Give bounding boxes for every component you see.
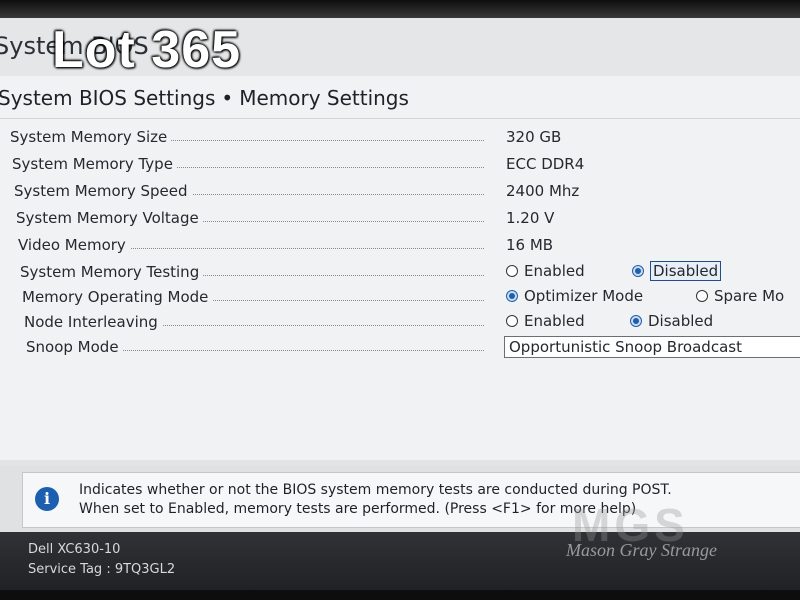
setting-row-video-memory: Video Memory 16 MB [0,234,800,258]
setting-label: Node Interleaving [24,313,162,331]
setting-row-memory-type: System Memory Type ECC DDR4 [0,153,800,177]
operating-mode-spare-radio[interactable]: Spare Mo [696,287,784,305]
setting-value: 2400 Mhz [506,182,580,200]
radio-checked-icon [506,290,518,302]
radio-checked-icon [630,315,642,327]
monitor-top-bezel [0,0,800,18]
radio-label: Disabled [648,312,714,330]
radio-label: Optimizer Mode [524,287,644,305]
memory-testing-enabled-radio[interactable]: Enabled [506,262,585,280]
radio-label: Disabled [650,261,722,281]
divider [0,118,800,119]
setting-value: 320 GB [506,128,562,146]
memory-testing-disabled-radio[interactable]: Disabled [632,261,722,281]
info-icon: i [35,487,59,511]
service-tag: Service Tag : 9TQ3GL2 [28,562,176,577]
snoop-mode-select[interactable]: Opportunistic Snoop Broadcast [504,336,800,358]
radio-checked-icon [632,265,644,277]
operating-mode-optimizer-radio[interactable]: Optimizer Mode [506,287,643,305]
setting-value: 16 MB [506,236,554,254]
model-name: Dell XC630-10 [28,542,121,557]
setting-row-snoop-mode: Snoop Mode Opportunistic Snoop Broadcast [0,336,800,360]
radio-unchecked-icon [696,290,708,302]
bios-screen: System BIOS Lot 365 System BIOS Settings… [0,0,800,600]
setting-label: System Memory Type [12,155,177,173]
breadcrumb-separator: • [221,86,234,110]
setting-label: Snoop Mode [26,338,123,356]
breadcrumb-parent[interactable]: System BIOS Settings [0,86,215,110]
setting-row-memory-testing: System Memory Testing Enabled Disabled [0,261,800,285]
radio-label: Enabled [524,262,585,280]
setting-label: System Memory Speed [14,182,192,200]
settings-panel: System BIOS Settings • Memory Settings Sys… [0,76,800,460]
node-interleaving-disabled-radio[interactable]: Disabled [630,312,713,330]
setting-row-operating-mode: Memory Operating Mode Optimizer Mode Spa… [0,286,800,310]
setting-value: ECC DDR4 [506,155,585,173]
radio-unchecked-icon [506,315,518,327]
setting-row-memory-size: System Memory Size 320 GB [0,126,800,150]
radio-label: Spare Mo [714,287,785,305]
setting-label: Video Memory [18,236,130,254]
setting-row-node-interleaving: Node Interleaving Enabled Disabled [0,311,800,335]
setting-label: System Memory Testing [20,263,204,281]
node-interleaving-enabled-radio[interactable]: Enabled [506,312,585,330]
monitor-bottom-bezel [0,590,800,600]
setting-label: System Memory Voltage [16,209,203,227]
system-info: Dell XC630-10 Service Tag : 9TQ3GL2 [28,540,175,580]
setting-label: System Memory Size [10,128,172,146]
breadcrumb-current: Memory Settings [239,86,409,110]
watermark-text: Mason Gray Strange [566,540,717,560]
setting-value: 1.20 V [506,209,555,227]
footer-bar: MGS Dell XC630-10 Service Tag : 9TQ3GL2 … [0,499,800,590]
radio-label: Enabled [524,312,585,330]
setting-row-memory-speed: System Memory Speed 2400 Mhz [0,180,800,204]
radio-unchecked-icon [506,265,518,277]
breadcrumb: System BIOS Settings • Memory Settings [0,86,409,110]
setting-row-memory-voltage: System Memory Voltage 1.20 V [0,207,800,231]
setting-label: Memory Operating Mode [22,288,213,306]
lot-overlay-label: Lot 365 [52,21,242,79]
